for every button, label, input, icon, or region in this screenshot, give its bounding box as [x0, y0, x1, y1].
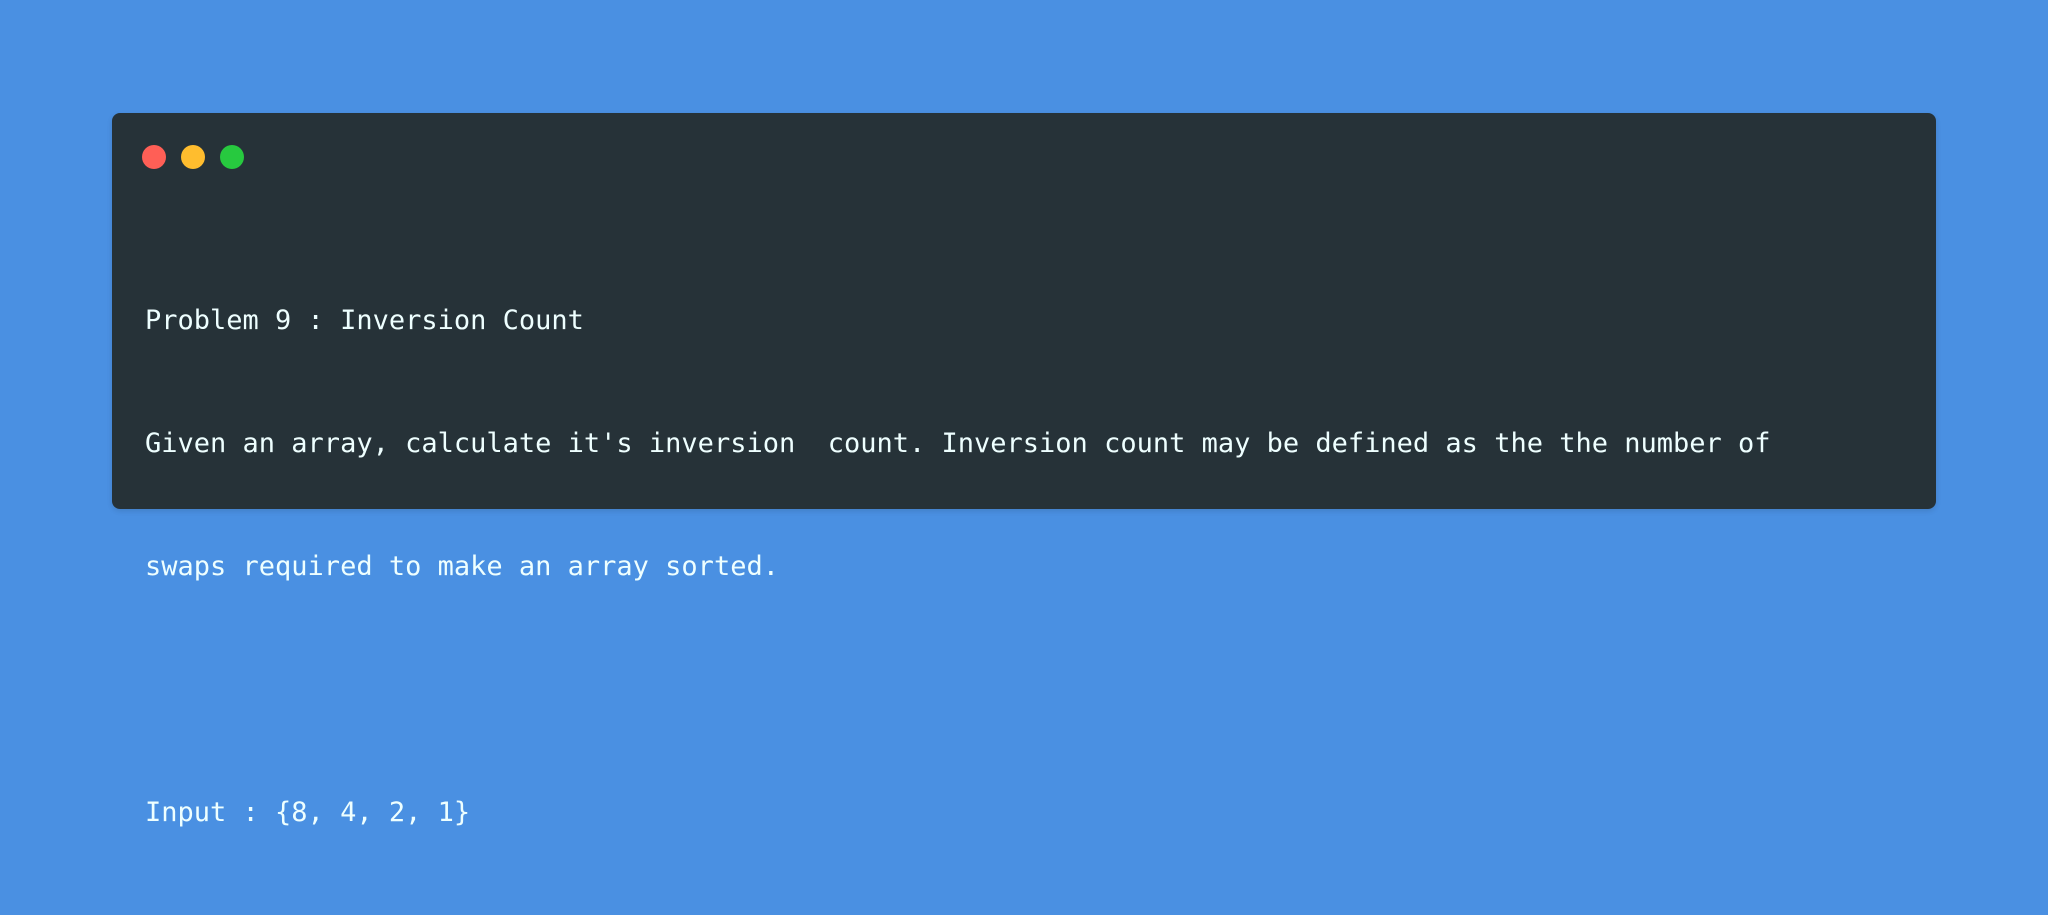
code-line-description-1: Given an array, calculate it's inversion…	[145, 428, 1771, 459]
code-line-input: Input : {8, 4, 2, 1}	[145, 797, 471, 828]
close-button[interactable]	[142, 145, 166, 169]
code-line-title: Problem 9 : Inversion Count	[145, 305, 584, 336]
code-window: Problem 9 : Inversion Count Given an arr…	[112, 113, 1936, 828]
minimize-button[interactable]	[181, 145, 205, 169]
code-line-description-2: swaps required to make an array sorted.	[145, 551, 779, 582]
code-block: Problem 9 : Inversion Count Given an arr…	[145, 218, 1905, 915]
window-controls	[142, 145, 244, 169]
zoom-button[interactable]	[220, 145, 244, 169]
